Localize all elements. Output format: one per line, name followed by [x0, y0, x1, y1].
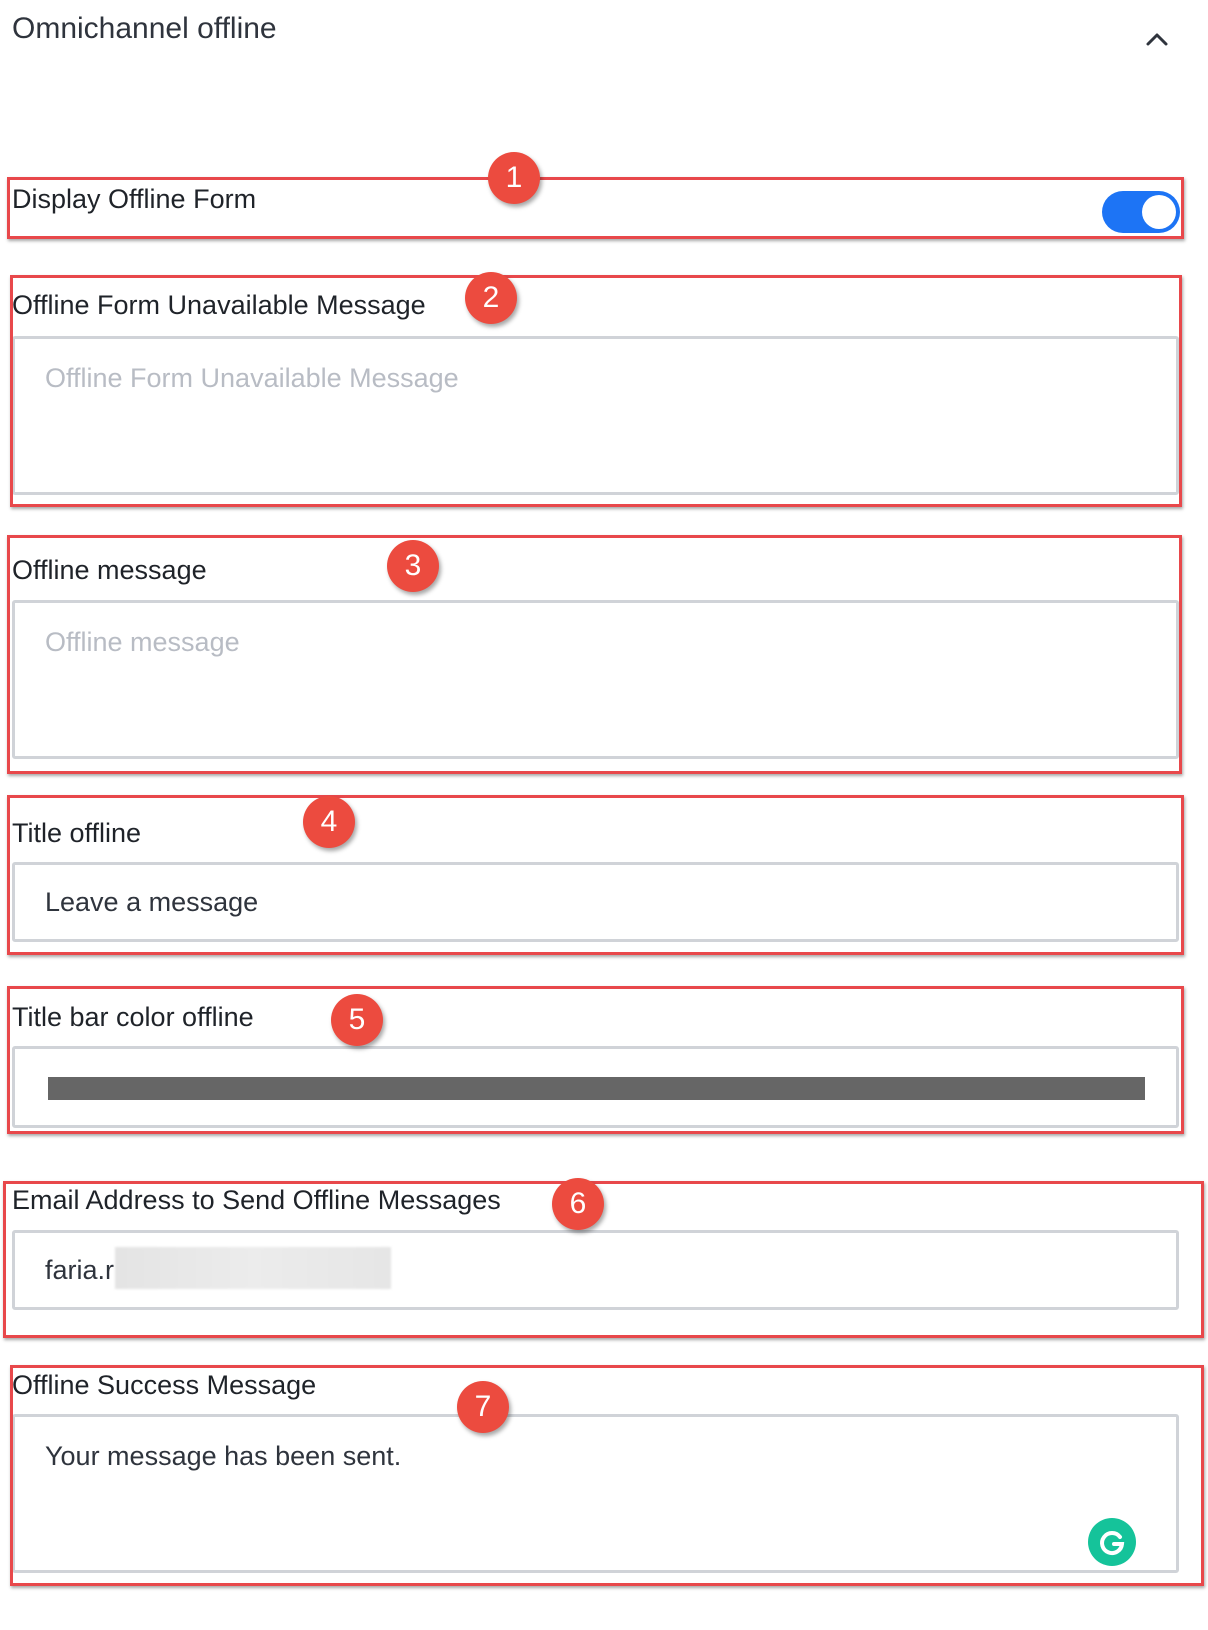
redacted-email-overlay: [115, 1247, 391, 1289]
email-address-input[interactable]: faria.r: [12, 1230, 1179, 1310]
toggle-knob: [1142, 195, 1176, 229]
annotation-marker-7: 7: [457, 1381, 509, 1433]
annotation-marker-2: 2: [465, 272, 517, 324]
success-message-textarea[interactable]: Your message has been sent.: [12, 1414, 1179, 1573]
display-offline-form-toggle[interactable]: [1102, 191, 1180, 233]
title-offline-input[interactable]: Leave a message: [12, 862, 1179, 942]
annotation-marker-6: 6: [552, 1178, 604, 1230]
display-offline-form-label: Display Offline Form: [12, 184, 257, 214]
email-address-label: Email Address to Send Offline Messages: [12, 1185, 501, 1215]
title-bar-color-input[interactable]: [12, 1046, 1179, 1128]
title-bar-color-label: Title bar color offline: [12, 1002, 254, 1032]
offline-message-placeholder: Offline message: [45, 627, 240, 657]
chevron-up-icon[interactable]: [1140, 22, 1174, 56]
title-offline-value: Leave a message: [45, 887, 259, 917]
annotation-marker-3: 3: [387, 540, 439, 592]
email-address-value: faria.r: [45, 1255, 115, 1285]
title-offline-label: Title offline: [12, 818, 142, 848]
annotation-marker-1: 1: [488, 152, 540, 204]
success-message-value: Your message has been sent.: [45, 1441, 402, 1471]
annotation-marker-4: 4: [303, 796, 355, 848]
section-title: Omnichannel offline: [12, 12, 277, 45]
success-message-label: Offline Success Message: [12, 1370, 317, 1400]
offline-message-textarea[interactable]: Offline message: [12, 600, 1179, 759]
unavailable-message-textarea[interactable]: Offline Form Unavailable Message: [12, 336, 1179, 495]
grammarly-icon[interactable]: [1088, 1518, 1136, 1566]
unavailable-message-label: Offline Form Unavailable Message: [12, 290, 426, 320]
annotation-marker-5: 5: [331, 994, 383, 1046]
offline-message-label: Offline message: [12, 555, 207, 585]
color-swatch[interactable]: [48, 1077, 1145, 1100]
unavailable-message-placeholder: Offline Form Unavailable Message: [45, 363, 459, 393]
